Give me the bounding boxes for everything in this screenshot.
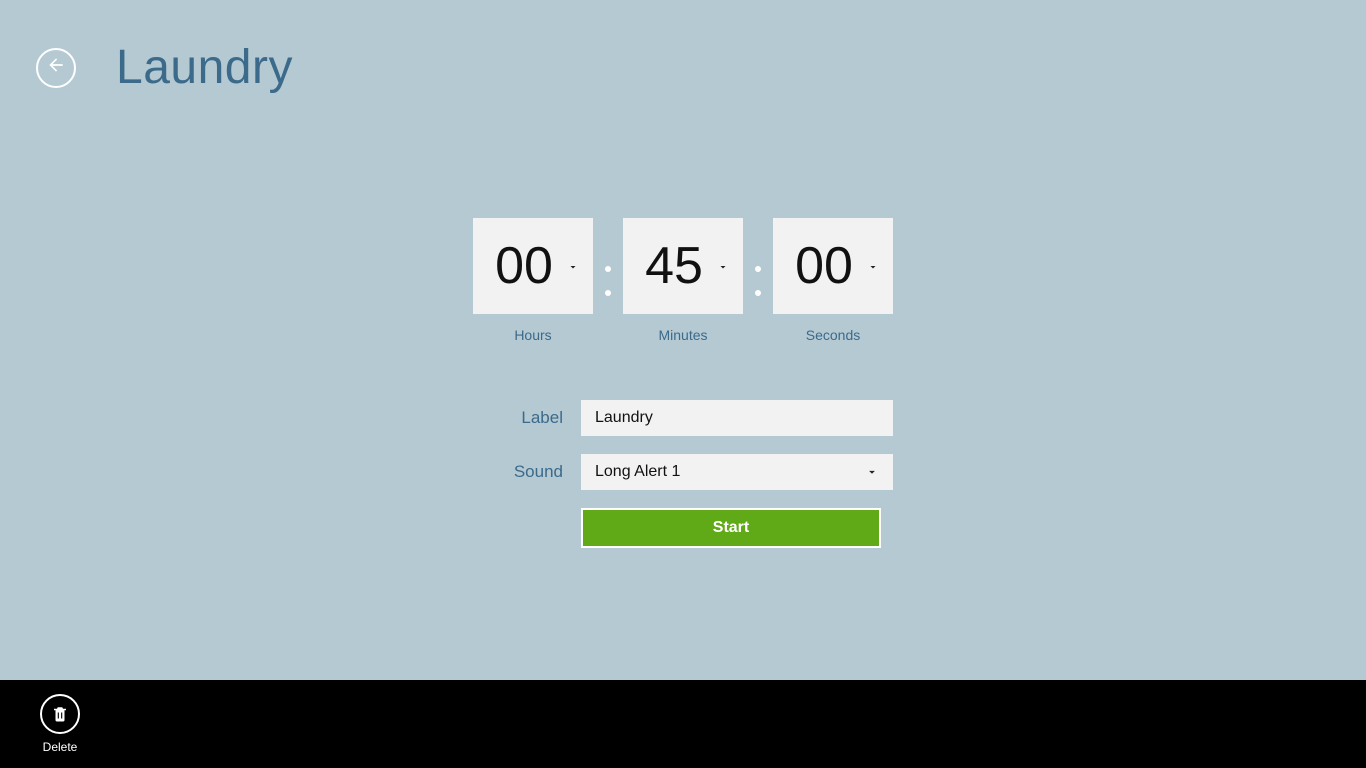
chevron-down-icon [717,260,729,272]
separator-colon [593,233,623,329]
seconds-value: 00 [795,236,871,296]
time-picker-row: 00 Hours 45 Minutes 00 Seconds [473,218,893,343]
app-bar: Delete [0,680,1366,768]
delete-button[interactable]: Delete [40,694,80,754]
sound-row: Sound Long Alert 1 [473,454,893,490]
label-caption: Label [473,408,581,428]
minutes-value: 45 [645,236,721,296]
arrow-left-icon [46,55,66,80]
chevron-down-icon [865,465,879,479]
minutes-label: Minutes [658,327,707,343]
hours-picker[interactable]: 00 [473,218,593,314]
seconds-picker[interactable]: 00 [773,218,893,314]
sound-value: Long Alert 1 [595,463,680,481]
minutes-column: 45 Minutes [623,218,743,343]
minutes-picker[interactable]: 45 [623,218,743,314]
seconds-column: 00 Seconds [773,218,893,343]
settings-form: Label Sound Long Alert 1 Start [473,400,893,548]
delete-label: Delete [43,740,78,754]
trash-icon [40,694,80,734]
label-input[interactable] [581,400,893,436]
back-button[interactable] [36,48,76,88]
hours-label: Hours [514,327,551,343]
header: Laundry [36,40,293,95]
start-button-label: Start [713,519,749,537]
sound-caption: Sound [473,462,581,482]
chevron-down-icon [567,260,579,272]
hours-value: 00 [495,236,571,296]
start-button[interactable]: Start [581,508,881,548]
label-row: Label [473,400,893,436]
page-title: Laundry [116,40,293,95]
chevron-down-icon [867,260,879,272]
separator-colon [743,233,773,329]
sound-select[interactable]: Long Alert 1 [581,454,893,490]
hours-column: 00 Hours [473,218,593,343]
seconds-label: Seconds [806,327,860,343]
